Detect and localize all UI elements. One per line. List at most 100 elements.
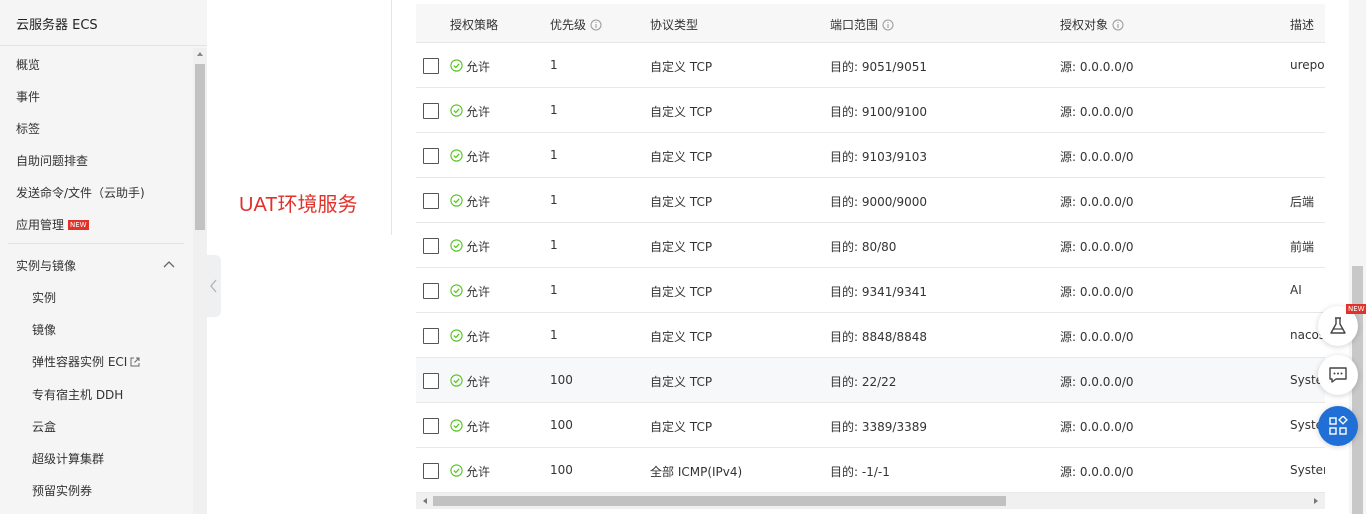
new-badge: NEW [68,220,89,230]
protocol-cell: 自定义 TCP [650,285,713,299]
sidebar-item-troubleshoot[interactable]: 自助问题排查 [16,152,88,169]
info-icon[interactable] [1112,19,1124,31]
sidebar-item-cloudbox[interactable]: 云盒 [32,418,56,435]
chevron-up-icon[interactable] [162,258,176,272]
port-range-cell: 目的: 22/22 [830,375,897,389]
priority-cell: 1 [550,148,558,162]
column-header-policy: 授权策略 [450,18,499,32]
table-row[interactable]: 允许 100 自定义 TCP 目的: 22/22 源: 0.0.0.0/0 Syster [416,358,1325,403]
table-row[interactable]: 允许 1 自定义 TCP 目的: 9341/9341 源: 0.0.0.0/0 AI [416,268,1325,313]
row-checkbox[interactable] [423,328,439,344]
table-header: 授权策略 优先级 协议类型 端口范围 授权对象 描述 [416,4,1325,43]
sidebar-item-events[interactable]: 事件 [16,88,40,105]
row-checkbox[interactable] [423,283,439,299]
protocol-cell: 自定义 TCP [650,195,713,209]
port-range-cell: 目的: 9051/9051 [830,60,927,74]
protocol-cell: 自定义 TCP [650,330,713,344]
sidebar-item-tags[interactable]: 标签 [16,120,40,137]
row-checkbox[interactable] [423,58,439,74]
check-circle-icon [450,194,463,207]
row-checkbox[interactable] [423,238,439,254]
sidebar-item-eci[interactable]: 弹性容器实例 ECI [32,353,140,370]
priority-cell: 1 [550,58,558,72]
table-row[interactable]: 允许 1 自定义 TCP 目的: 9100/9100 源: 0.0.0.0/0 [416,88,1325,133]
source-cell: 源: 0.0.0.0/0 [1060,240,1134,254]
policy-cell: 允许 [466,195,491,209]
policy-cell: 允许 [466,150,491,164]
table-row[interactable]: 允许 100 自定义 TCP 目的: 3389/3389 源: 0.0.0.0/0 Sys… [416,403,1325,448]
policy-cell: 允许 [466,60,491,74]
check-circle-icon [450,149,463,162]
source-cell: 源: 0.0.0.0/0 [1060,285,1134,299]
sidebar-collapse-handle[interactable] [207,255,221,317]
check-circle-icon [450,59,463,72]
check-circle-icon [450,239,463,252]
new-badge: NEW [1346,304,1366,314]
protocol-cell: 自定义 TCP [650,420,713,434]
sidebar-item-instances[interactable]: 实例 [32,289,56,306]
check-circle-icon [450,464,463,477]
source-cell: 源: 0.0.0.0/0 [1060,330,1134,344]
chevron-left-icon [210,279,217,293]
sidebar: 云服务器 ECS 概览 事件 标签 自助问题排查 发送命令/文件（云助手) 应用… [0,0,207,514]
sidebar-group-instances-images[interactable]: 实例与镜像 [16,257,76,274]
info-icon[interactable] [590,19,602,31]
protocol-cell: 自定义 TCP [650,60,713,74]
protocol-cell: 自定义 TCP [650,105,713,119]
policy-cell: 允许 [466,240,491,254]
sidebar-separator [8,243,184,244]
sidebar-item-send-command[interactable]: 发送命令/文件（云助手) [16,184,145,201]
sidebar-scrollbar[interactable] [193,48,207,514]
security-rules-table: 授权策略 优先级 协议类型 端口范围 授权对象 描述 允许 1 自定义 TCP 目的:… [416,0,1325,493]
table-row[interactable]: 允许 1 自定义 TCP 目的: 9051/9051 源: 0.0.0.0/0 urepo… [416,43,1325,88]
description-cell: urepor [1290,58,1325,72]
port-range-cell: 目的: 9000/9000 [830,195,927,209]
sidebar-item-ddh[interactable]: 专有宿主机 DDH [32,386,123,403]
protocol-cell: 自定义 TCP [650,150,713,164]
check-circle-icon [450,104,463,117]
protocol-cell: 全部 ICMP(IPv4) [650,465,743,479]
column-header-label: 端口范围 [830,18,879,32]
scrollbar-thumb[interactable] [433,496,1006,506]
port-range-cell: 目的: 80/80 [830,240,897,254]
scrollbar-thumb[interactable] [195,64,205,230]
column-header-description: 描述 [1290,18,1315,32]
column-header-label: 授权对象 [1060,18,1109,32]
row-checkbox[interactable] [423,418,439,434]
source-cell: 源: 0.0.0.0/0 [1060,105,1134,119]
port-range-cell: 目的: 3389/3389 [830,420,927,434]
policy-cell: 允许 [466,420,491,434]
table-row[interactable]: 允许 1 自定义 TCP 目的: 80/80 源: 0.0.0.0/0 前端 [416,223,1325,268]
priority-cell: 1 [550,328,558,342]
horizontal-scrollbar[interactable] [416,493,1325,509]
row-checkbox[interactable] [423,463,439,479]
sidebar-item-overview[interactable]: 概览 [16,56,40,73]
scroll-up-icon[interactable] [196,50,204,58]
check-circle-icon [450,419,463,432]
sidebar-item-reserved-instances[interactable]: 预留实例券 [32,482,92,499]
sidebar-item-images[interactable]: 镜像 [32,321,56,338]
info-icon[interactable] [882,19,894,31]
row-checkbox[interactable] [423,103,439,119]
description-cell: System [1290,463,1325,477]
row-checkbox[interactable] [423,373,439,389]
column-header-protocol: 协议类型 [650,18,699,32]
scroll-right-icon[interactable] [1312,497,1320,505]
external-link-icon [130,357,140,367]
table-row[interactable]: 允许 1 自定义 TCP 目的: 9000/9000 源: 0.0.0.0/0 后端 [416,178,1325,223]
table-row[interactable]: 允许 1 自定义 TCP 目的: 9103/9103 源: 0.0.0.0/0 [416,133,1325,178]
policy-cell: 允许 [466,285,491,299]
port-range-cell: 目的: 9100/9100 [830,105,927,119]
scroll-left-icon[interactable] [421,497,429,505]
table-row[interactable]: 允许 100 全部 ICMP(IPv4) 目的: -1/-1 源: 0.0.0.0/0 S… [416,448,1325,493]
chat-button[interactable] [1318,355,1358,395]
table-row[interactable]: 允许 1 自定义 TCP 目的: 8848/8848 源: 0.0.0.0/0 nacos [416,313,1325,358]
port-range-cell: 目的: 9341/9341 [830,285,927,299]
sidebar-item-app-management[interactable]: 应用管理 NEW [16,216,89,233]
row-checkbox[interactable] [423,148,439,164]
row-checkbox[interactable] [423,193,439,209]
port-range-cell: 目的: 8848/8848 [830,330,927,344]
apps-button[interactable] [1318,406,1358,446]
sidebar-item-scc[interactable]: 超级计算集群 [32,450,104,467]
annotation-label: UAT环境服务 [239,194,358,216]
